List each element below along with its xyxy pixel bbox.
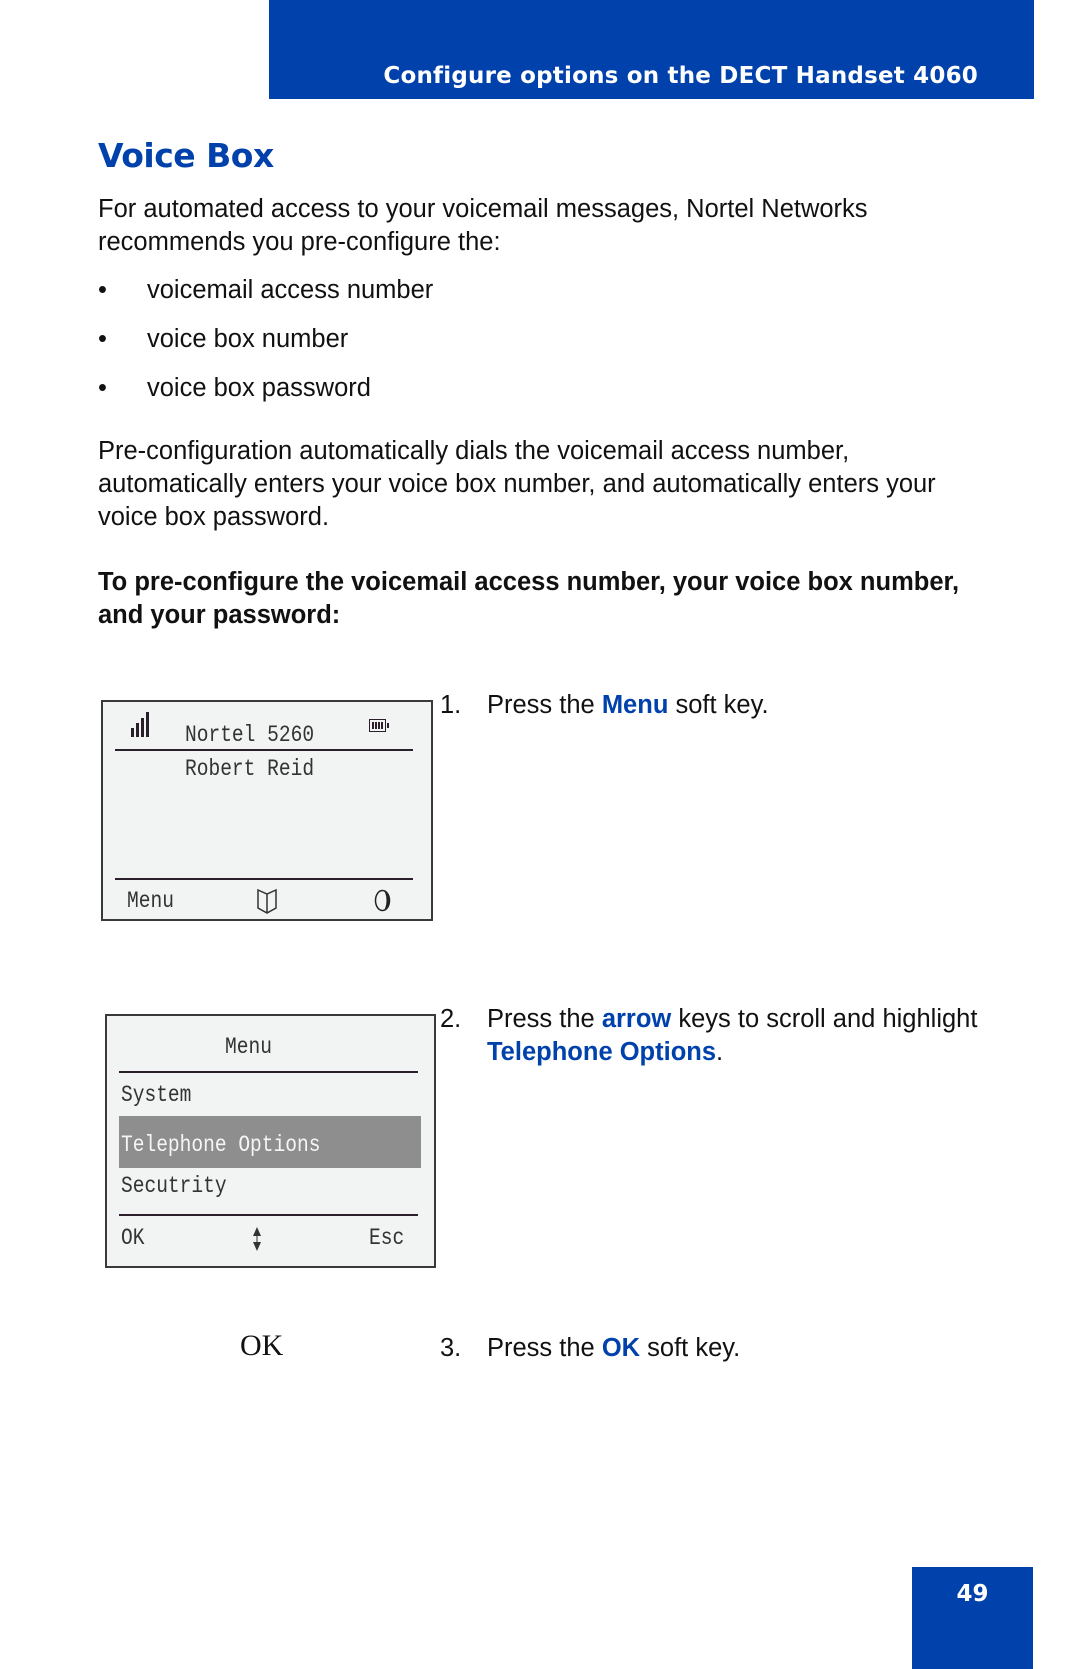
divider: [119, 1214, 418, 1216]
step-text-part: soft key.: [668, 691, 769, 719]
header-title: Configure options on the DECT Handset 40…: [383, 63, 978, 89]
step-text: Press the arrow keys to scroll and highl…: [487, 1003, 987, 1069]
preconfig-list: • voicemail access number • voice box numb…: [98, 274, 433, 421]
battery-icon: [369, 719, 389, 732]
step-text: Press the Menu soft key.: [487, 689, 987, 722]
menu-key-ref: Menu: [601, 691, 669, 719]
telephone-options-ref: Telephone Options: [487, 1038, 717, 1066]
menu-title: Menu: [225, 1034, 272, 1060]
step-text-part: Press the: [487, 1005, 602, 1033]
list-item-text: voice box password: [147, 374, 371, 402]
softkey-ok[interactable]: OK: [121, 1225, 144, 1251]
list-item: • voice box number: [98, 323, 433, 372]
menu-item-telephone-options[interactable]: Telephone Options: [119, 1116, 421, 1168]
step-text: Press the OK soft key.: [487, 1332, 987, 1365]
idle-line-1: Nortel 5260: [185, 722, 315, 748]
divider: [119, 1071, 418, 1073]
step-text-part: Press the: [487, 1334, 602, 1362]
ok-key-ref: OK: [601, 1334, 641, 1362]
softkey-esc[interactable]: Esc: [369, 1225, 404, 1251]
step-text-part: soft key.: [640, 1334, 741, 1362]
step-text-part: .: [716, 1038, 724, 1066]
step-number: 2.: [440, 1005, 462, 1033]
directory-book-icon[interactable]: [256, 888, 278, 914]
page-number-box: 49: [912, 1567, 1033, 1669]
bullet-icon: •: [98, 276, 107, 304]
preconfig-paragraph: Pre-configuration automatically dials th…: [98, 437, 936, 531]
step-number: 3.: [440, 1334, 462, 1362]
menu-item-security[interactable]: Secutrity: [121, 1173, 227, 1199]
list-item-text: voice box number: [147, 325, 349, 353]
menu-item-label: Telephone Options: [121, 1132, 321, 1158]
list-item: • voice box password: [98, 372, 433, 421]
half-moon-icon[interactable]: [374, 889, 391, 912]
bullet-icon: •: [98, 374, 107, 402]
handset-menu-screen: Menu System Telephone Options Secutrity …: [105, 1014, 436, 1268]
page-number: 49: [956, 1581, 989, 1607]
list-item-text: voicemail access number: [147, 276, 434, 304]
procedure-lead-in: To pre-configure the voicemail access nu…: [98, 568, 960, 629]
ok-key-glyph: OK: [240, 1329, 284, 1362]
bullet-icon: •: [98, 325, 107, 353]
up-down-arrows-icon[interactable]: [252, 1226, 262, 1252]
intro-paragraph: For automated access to your voicemail m…: [98, 195, 868, 256]
list-item: • voicemail access number: [98, 274, 433, 323]
step-text-part: Press the: [487, 691, 602, 719]
idle-line-2: Robert Reid: [185, 756, 315, 782]
divider: [115, 878, 413, 880]
softkey-menu[interactable]: Menu: [127, 888, 174, 914]
arrow-key-ref: arrow: [601, 1005, 672, 1033]
header-bar: Configure options on the DECT Handset 40…: [269, 0, 1034, 99]
menu-item-system[interactable]: System: [121, 1082, 191, 1108]
divider: [115, 749, 413, 751]
handset-idle-screen: Nortel 5260 Robert Reid Menu: [101, 700, 433, 921]
step-number: 1.: [440, 691, 462, 719]
page-title: Voice Box: [98, 136, 274, 175]
signal-strength-icon: [131, 712, 149, 737]
step-text-part: keys to scroll and highlight: [671, 1005, 978, 1033]
